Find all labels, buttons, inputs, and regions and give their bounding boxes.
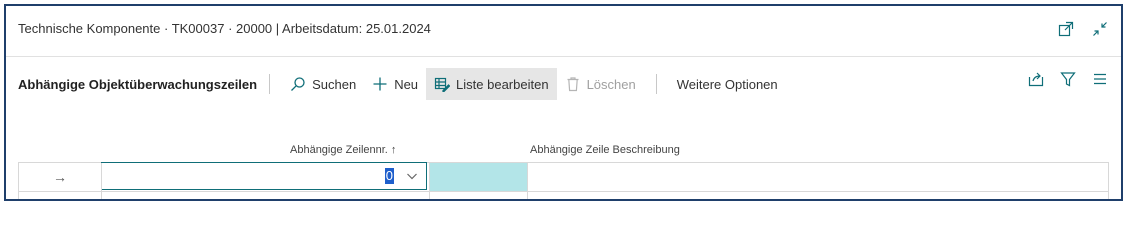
edit-list-label: Liste bearbeiten bbox=[456, 76, 549, 92]
column-header-label: Abhängige Zeilennr. bbox=[290, 144, 388, 156]
divider bbox=[269, 74, 271, 94]
line-no-edit-cell[interactable]: 0 bbox=[101, 162, 427, 190]
search-icon bbox=[290, 76, 306, 92]
share-icon[interactable] bbox=[1027, 70, 1045, 88]
delete-label: Löschen bbox=[586, 76, 636, 92]
more-options-button[interactable]: Weitere Optionen bbox=[669, 68, 786, 100]
action-bar-right-icons bbox=[1027, 70, 1109, 88]
grid-line bbox=[527, 163, 528, 199]
column-header-description[interactable]: Abhängige Zeile Beschreibung bbox=[530, 144, 680, 156]
title-bar: Technische Komponente · TK00037 · 20000 … bbox=[6, 6, 1121, 57]
trash-icon bbox=[565, 76, 581, 92]
collapse-icon[interactable] bbox=[1091, 20, 1109, 38]
title-icons bbox=[1057, 20, 1109, 38]
list-view-icon[interactable] bbox=[1091, 70, 1109, 88]
search-button[interactable]: Suchen bbox=[282, 68, 364, 100]
edit-list-icon bbox=[434, 76, 451, 92]
open-new-window-icon[interactable] bbox=[1057, 20, 1075, 38]
list-part: Abhängige Zeilennr. ↑ Abhängige Zeile Be… bbox=[6, 104, 1121, 199]
grid-line bbox=[429, 163, 430, 199]
divider bbox=[655, 74, 657, 94]
selected-value: 0 bbox=[384, 168, 394, 184]
page-frame: Technische Komponente · TK00037 · 20000 … bbox=[4, 4, 1123, 201]
plus-icon bbox=[372, 76, 388, 92]
filter-icon[interactable] bbox=[1059, 70, 1077, 88]
window-title: Technische Komponente · TK00037 · 20000 … bbox=[18, 21, 431, 36]
page-caption[interactable]: Abhängige Objektüberwachungszeilen bbox=[18, 77, 257, 92]
search-label: Suchen bbox=[312, 76, 357, 92]
column-header-line-no[interactable]: Abhängige Zeilennr. ↑ bbox=[290, 144, 396, 156]
line-no-input[interactable] bbox=[132, 165, 426, 187]
highlighted-cell[interactable] bbox=[430, 163, 527, 191]
table-row-empty bbox=[19, 191, 1108, 199]
action-bar: Abhängige Objektüberwachungszeilen Suche… bbox=[6, 64, 1121, 104]
chevron-down-icon[interactable] bbox=[404, 168, 420, 184]
new-button[interactable]: Neu bbox=[364, 68, 426, 100]
grid-line bbox=[101, 163, 102, 199]
table-row[interactable]: → 0 bbox=[19, 162, 1108, 192]
row-indicator-arrow-icon: → bbox=[53, 169, 67, 185]
sort-ascending-icon: ↑ bbox=[390, 144, 397, 156]
more-options-label: Weitere Optionen bbox=[676, 76, 778, 92]
delete-button[interactable]: Löschen bbox=[557, 68, 644, 100]
list-grid: → 0 bbox=[18, 162, 1109, 199]
new-label: Neu bbox=[394, 76, 419, 92]
edit-list-button[interactable]: Liste bearbeiten bbox=[426, 68, 557, 100]
